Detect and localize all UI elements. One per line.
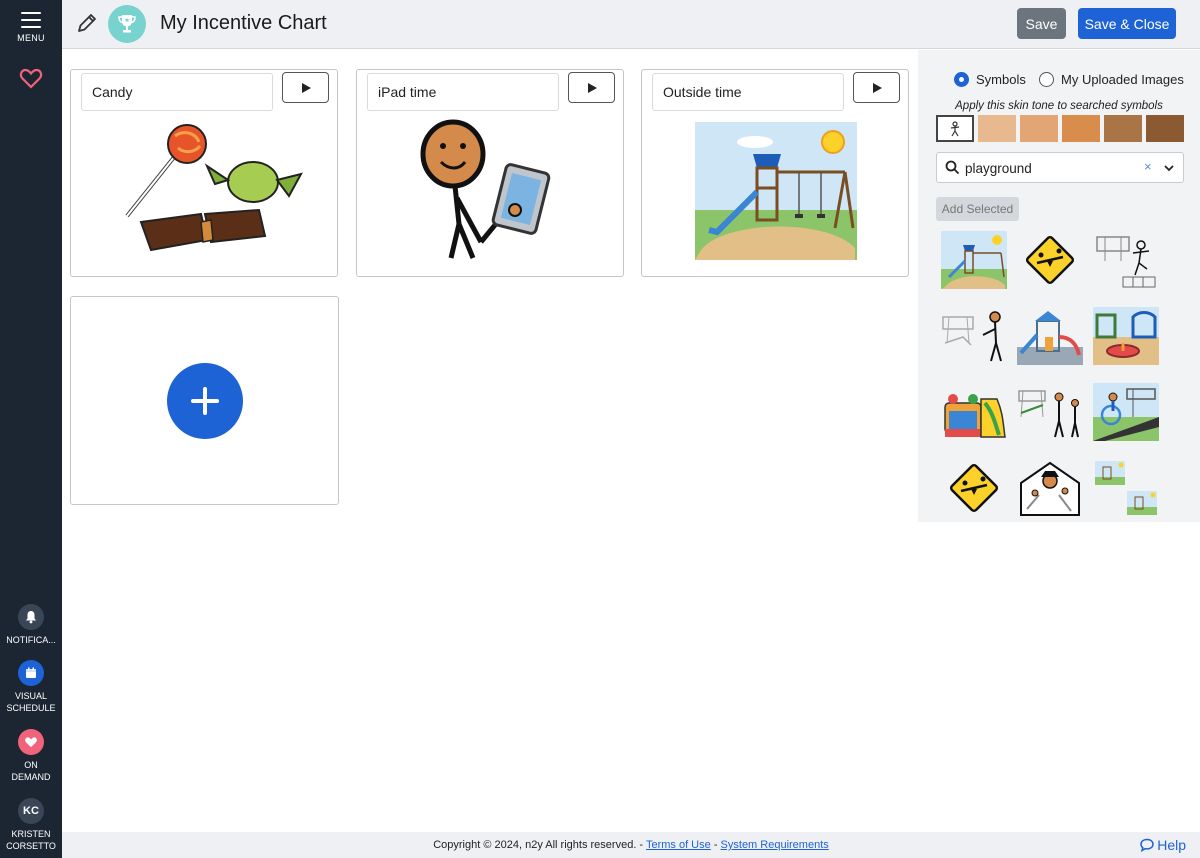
skin-tone-label: Apply this skin tone to searched symbols: [955, 100, 1163, 112]
calendar-icon: [18, 660, 44, 686]
ipad-person-symbol-image: [420, 119, 551, 259]
symbol-result-merry-go-round[interactable]: [1092, 306, 1160, 366]
hamburger-icon: [21, 12, 41, 28]
sidebar-item-visual-schedule[interactable]: VISUAL SCHEDULE: [0, 660, 62, 714]
play-button[interactable]: [853, 72, 900, 103]
add-button[interactable]: [167, 363, 243, 439]
add-incentive-card[interactable]: [70, 296, 339, 505]
skin-tone-swatch-4[interactable]: [1104, 115, 1142, 142]
top-bar: My Incentive Chart Save Save & Close: [62, 0, 1200, 49]
trophy-icon: [108, 5, 146, 43]
menu-button[interactable]: MENU: [0, 12, 62, 43]
symbol-result-playground-people[interactable]: [1016, 382, 1084, 442]
symbol-result-seesaw-sign-2[interactable]: [940, 458, 1008, 518]
plus-icon: [191, 387, 219, 415]
search-icon: [945, 160, 960, 175]
skin-tone-swatch-5[interactable]: [1146, 115, 1184, 142]
play-button[interactable]: [282, 72, 329, 103]
copyright-text: Copyright © 2024, n2y All rights reserve…: [433, 839, 644, 851]
save-close-button[interactable]: Save & Close: [1078, 8, 1176, 39]
sidebar-item-label: NOTIFICA...: [6, 635, 56, 645]
sidebar-item-notifications[interactable]: NOTIFICA...: [0, 604, 62, 646]
play-button[interactable]: [568, 72, 615, 103]
skin-tone-swatch-1[interactable]: [978, 115, 1016, 142]
sidebar-item-label: VISUAL SCHEDULE: [6, 691, 56, 713]
symbol-result-seesaw-sign[interactable]: [1016, 230, 1084, 290]
play-icon: [872, 82, 882, 93]
radio-uploaded-images[interactable]: My Uploaded Images: [1039, 72, 1184, 87]
pencil-icon[interactable]: [76, 12, 98, 34]
symbol-result-play-structure[interactable]: [1016, 306, 1084, 366]
sidebar-item-on-demand[interactable]: ON DEMAND: [0, 729, 62, 783]
play-icon: [301, 82, 311, 93]
candy-symbol-image: [125, 124, 303, 252]
favorites-heart-icon[interactable]: [19, 66, 43, 90]
card-label-input[interactable]: Candy: [81, 73, 273, 111]
bell-icon: [18, 604, 44, 630]
radio-label: My Uploaded Images: [1061, 72, 1184, 87]
save-button[interactable]: Save: [1017, 8, 1066, 39]
avatar: KC: [18, 798, 44, 824]
stick-figure-icon: [950, 120, 960, 136]
incentive-card-candy[interactable]: Candy: [70, 69, 338, 277]
skin-tone-default[interactable]: [936, 115, 974, 142]
play-icon: [587, 82, 597, 93]
symbol-result-pirate-playground[interactable]: [1016, 458, 1084, 518]
playground-symbol-image: [695, 122, 857, 260]
symbol-result-bounce-house[interactable]: [940, 382, 1008, 442]
symbol-result-playground[interactable]: [940, 230, 1008, 290]
heart-icon: [18, 729, 44, 755]
radio-selected-icon: [954, 72, 969, 87]
sidebar-item-label: ON DEMAND: [11, 760, 51, 782]
chevron-down-icon[interactable]: [1163, 162, 1175, 174]
help-label: Help: [1157, 837, 1186, 853]
symbol-result-accessible-playground[interactable]: [1092, 382, 1160, 442]
symbol-result-playground-person[interactable]: [940, 306, 1008, 366]
card-label-input[interactable]: iPad time: [367, 73, 559, 111]
menu-label: MENU: [17, 33, 45, 43]
footer: Copyright © 2024, n2y All rights reserve…: [62, 832, 1200, 858]
system-requirements-link[interactable]: System Requirements: [721, 839, 829, 851]
terms-of-use-link[interactable]: Terms of Use: [646, 839, 711, 851]
clear-search-icon[interactable]: ×: [1144, 159, 1152, 174]
skin-tone-swatch-2[interactable]: [1020, 115, 1058, 142]
radio-unselected-icon: [1039, 72, 1054, 87]
symbol-search-panel: Symbols My Uploaded Images Apply this sk…: [918, 50, 1200, 522]
skin-tone-swatch-3[interactable]: [1062, 115, 1100, 142]
left-sidebar: MENU NOTIFICA... VISUAL SCHEDULE ON DEMA…: [0, 0, 62, 858]
sidebar-item-label: KRISTEN CORSETTO: [6, 829, 56, 851]
search-input[interactable]: [965, 158, 1135, 178]
radio-symbols[interactable]: Symbols: [954, 72, 1026, 87]
incentive-card-ipad-time[interactable]: iPad time: [356, 69, 624, 277]
radio-label: Symbols: [976, 72, 1026, 87]
symbol-search-box[interactable]: ×: [936, 152, 1184, 183]
symbol-result-two-playgrounds[interactable]: [1092, 458, 1160, 518]
chat-bubble-icon: [1140, 838, 1154, 852]
sidebar-item-user-profile[interactable]: KC KRISTEN CORSETTO: [0, 798, 62, 852]
page-title: My Incentive Chart: [160, 12, 327, 34]
card-label-input[interactable]: Outside time: [652, 73, 844, 111]
incentive-card-outside-time[interactable]: Outside time: [641, 69, 909, 277]
footer-separator: -: [713, 839, 718, 851]
symbol-result-hopscotch[interactable]: [1092, 230, 1160, 290]
help-button[interactable]: Help: [1140, 832, 1186, 858]
add-selected-button[interactable]: Add Selected: [936, 197, 1019, 221]
